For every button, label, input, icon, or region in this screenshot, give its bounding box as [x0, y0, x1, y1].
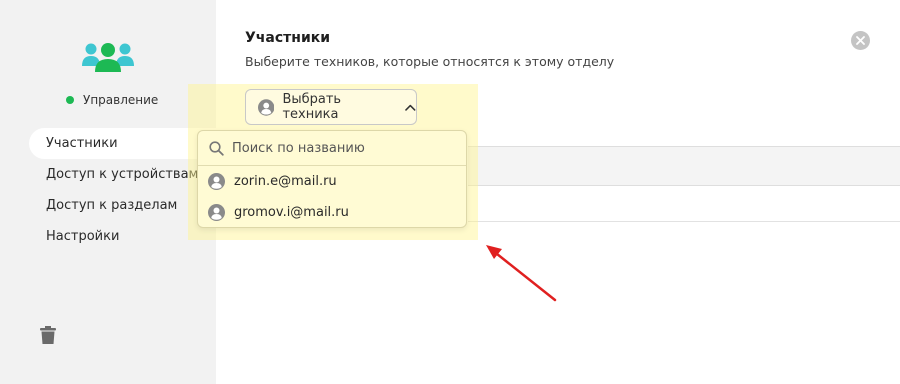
- user-icon: [208, 204, 225, 221]
- select-technician-button[interactable]: Выбрать техника: [245, 89, 417, 125]
- status-dot: [66, 96, 74, 104]
- page-title: Участники: [245, 30, 331, 46]
- user-icon: [208, 173, 225, 190]
- dropdown-option-gromov[interactable]: gromov.i@mail.ru: [198, 197, 466, 228]
- chevron-up-icon: [405, 104, 416, 111]
- search-input[interactable]: [230, 139, 454, 157]
- close-icon: [856, 36, 865, 45]
- sidebar: Управление Участники Доступ к устройства…: [0, 0, 216, 384]
- option-label: zorin.e@mail.ru: [234, 174, 337, 189]
- trash-icon[interactable]: [40, 326, 56, 344]
- table-row-divider: [468, 221, 900, 222]
- users-group-icon: [82, 43, 134, 72]
- user-icon: [258, 98, 275, 116]
- close-button[interactable]: [851, 31, 870, 50]
- status-label: Управление: [83, 93, 159, 107]
- option-label: gromov.i@mail.ru: [234, 205, 349, 220]
- dropdown-option-zorin[interactable]: zorin.e@mail.ru: [198, 166, 466, 197]
- select-technician-label: Выбрать техника: [282, 92, 342, 122]
- table-header: [468, 146, 900, 186]
- department-status: Управление: [66, 93, 158, 107]
- dropdown-search-row: [198, 131, 466, 166]
- technician-dropdown: zorin.e@mail.ru gromov.i@mail.ru: [197, 130, 467, 228]
- page-subtitle: Выберите техников, которые относятся к э…: [245, 54, 615, 69]
- search-icon: [209, 140, 224, 156]
